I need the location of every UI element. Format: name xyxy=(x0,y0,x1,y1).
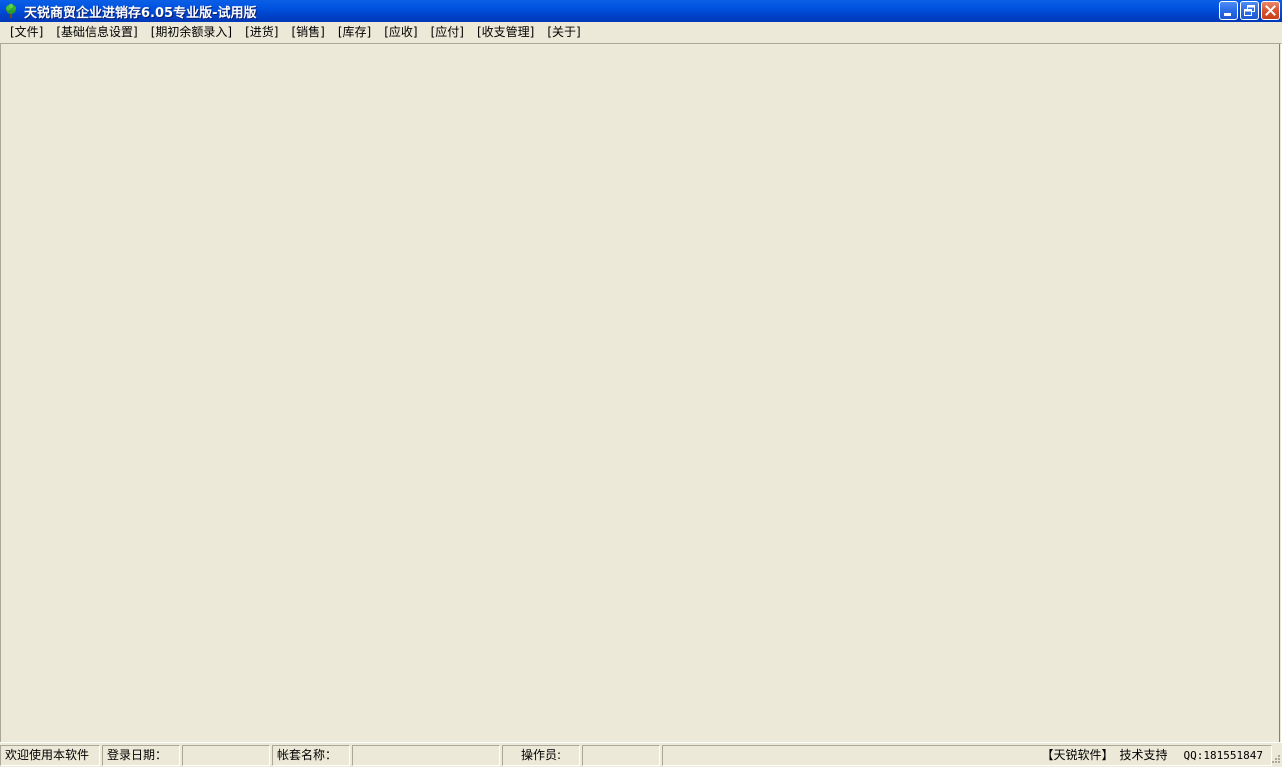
title-bar[interactable]: 天锐商贸企业进销存6.05专业版-试用版 xyxy=(0,0,1282,22)
status-account-value xyxy=(352,744,500,766)
menu-payables[interactable]: [应付] xyxy=(426,22,472,42)
restore-button[interactable] xyxy=(1240,1,1259,20)
status-brand: 【天锐软件】 xyxy=(1041,747,1114,762)
minimize-button[interactable] xyxy=(1219,1,1238,20)
status-operator-value xyxy=(582,744,660,766)
menu-bar: [文件] [基础信息设置] [期初余额录入] [进货] [销售] [库存] [应… xyxy=(0,22,1282,42)
menu-purchase[interactable]: [进货] xyxy=(240,22,286,42)
window-title: 天锐商贸企业进销存6.05专业版-试用版 xyxy=(24,5,257,21)
restore-icon xyxy=(1244,5,1255,16)
minimize-icon xyxy=(1224,13,1231,16)
status-welcome: 欢迎使用本软件 xyxy=(0,744,100,766)
menu-basic-info-settings[interactable]: [基础信息设置] xyxy=(51,22,145,42)
status-login-date-value xyxy=(182,744,270,766)
menu-income-expense[interactable]: [收支管理] xyxy=(472,22,542,42)
menu-about[interactable]: [关于] xyxy=(542,22,588,42)
close-button[interactable] xyxy=(1261,1,1280,20)
status-operator-label: 操作员: xyxy=(502,744,580,766)
menu-inventory[interactable]: [库存] xyxy=(333,22,379,42)
resize-grip-icon[interactable] xyxy=(1269,754,1281,766)
menu-sales[interactable]: [销售] xyxy=(287,22,333,42)
menu-receivables[interactable]: [应收] xyxy=(379,22,425,42)
close-icon xyxy=(1265,5,1276,16)
status-qq: QQ:181551847 xyxy=(1183,748,1263,762)
menu-file[interactable]: [文件] xyxy=(5,22,51,42)
status-login-date-label: 登录日期： xyxy=(102,744,180,766)
menu-opening-balance-entry[interactable]: [期初余额录入] xyxy=(146,22,240,42)
status-account-label: 帐套名称： xyxy=(272,744,350,766)
workspace-area xyxy=(0,43,1282,742)
status-support: 技术支持 xyxy=(1119,747,1168,762)
app-window: 天锐商贸企业进销存6.05专业版-试用版 [文件] [基础信息设置] [期初余额… xyxy=(0,0,1282,767)
title-buttons xyxy=(1219,1,1280,20)
status-support-panel: 【天锐软件】 技术支持 QQ:181551847 xyxy=(662,744,1272,766)
tree-icon[interactable] xyxy=(3,3,19,19)
status-bar: 欢迎使用本软件 登录日期： 帐套名称： 操作员: 【天锐软件】 技术支持 QQ:18… xyxy=(0,742,1282,767)
